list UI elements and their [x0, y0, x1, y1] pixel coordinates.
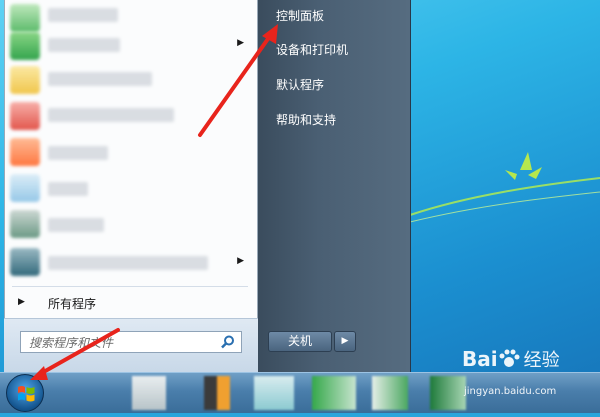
control-panel-link[interactable]: 控制面板	[276, 7, 324, 24]
program-icon	[10, 174, 40, 202]
list-item[interactable]	[4, 136, 250, 172]
program-icon	[10, 138, 40, 166]
all-programs-button[interactable]: ▶ 所有程序	[4, 290, 250, 316]
all-programs-arrow-icon: ▶	[18, 297, 25, 307]
submenu-arrow-icon[interactable]: ▶	[237, 256, 244, 266]
list-item[interactable]	[4, 100, 250, 136]
baidu-jingyan-watermark: Bai 经验 jingyan.baidu.com	[462, 346, 560, 397]
program-icon	[10, 32, 40, 60]
list-item[interactable]	[4, 64, 250, 100]
search-placeholder: 搜索程序和文件	[29, 336, 114, 350]
all-programs-label: 所有程序	[48, 297, 97, 311]
shutdown-button[interactable]: 关机	[268, 331, 332, 352]
submenu-arrow-icon[interactable]: ▶	[237, 38, 244, 48]
start-menu: ▶ ▶ ▶ 所有程序 搜索程序和文件 控制面板 设备和打印机 默认程序 帮助和支…	[0, 0, 411, 372]
program-label-blurred	[48, 182, 88, 196]
list-item[interactable]: ▶	[4, 246, 250, 282]
paw-icon	[499, 349, 520, 367]
pinned-program-list: ▶ ▶	[4, 0, 250, 282]
taskbar-app-icon[interactable]	[204, 376, 230, 410]
program-label-blurred	[48, 146, 108, 160]
search-icon[interactable]	[221, 335, 235, 349]
list-item[interactable]	[4, 208, 250, 244]
devices-and-printers-link[interactable]: 设备和打印机	[276, 41, 348, 58]
windows-logo-icon	[18, 386, 35, 402]
watermark-logo-text: Bai	[462, 347, 498, 371]
taskbar-app-icon[interactable]	[312, 376, 356, 410]
taskbar-app-icon[interactable]	[132, 376, 166, 410]
program-label-blurred	[48, 8, 118, 22]
watermark-domain: jingyan.baidu.com	[464, 386, 557, 397]
search-input[interactable]: 搜索程序和文件	[20, 331, 242, 353]
help-and-support-link[interactable]: 帮助和支持	[276, 111, 336, 128]
program-icon	[10, 248, 40, 276]
taskbar-app-icon[interactable]	[430, 376, 466, 410]
program-icon	[10, 4, 40, 32]
start-menu-right-pane: 控制面板 设备和打印机 默认程序 帮助和支持	[258, 0, 411, 372]
watermark-cn-text: 经验	[523, 350, 560, 371]
list-item[interactable]: ▶	[4, 30, 250, 66]
program-label-blurred	[48, 256, 208, 270]
taskbar-app-icon[interactable]	[254, 376, 294, 410]
program-icon	[10, 102, 40, 130]
list-item[interactable]	[4, 172, 250, 208]
divider	[12, 286, 248, 287]
start-button[interactable]	[6, 374, 44, 412]
program-label-blurred	[48, 38, 120, 52]
taskbar-app-icon[interactable]	[372, 376, 408, 410]
program-label-blurred	[48, 218, 104, 232]
program-icon	[10, 210, 40, 238]
program-label-blurred	[48, 108, 174, 122]
default-programs-link[interactable]: 默认程序	[276, 76, 324, 93]
shutdown-options-arrow-icon[interactable]: ▶	[334, 331, 356, 352]
program-icon	[10, 66, 40, 94]
program-label-blurred	[48, 72, 152, 86]
